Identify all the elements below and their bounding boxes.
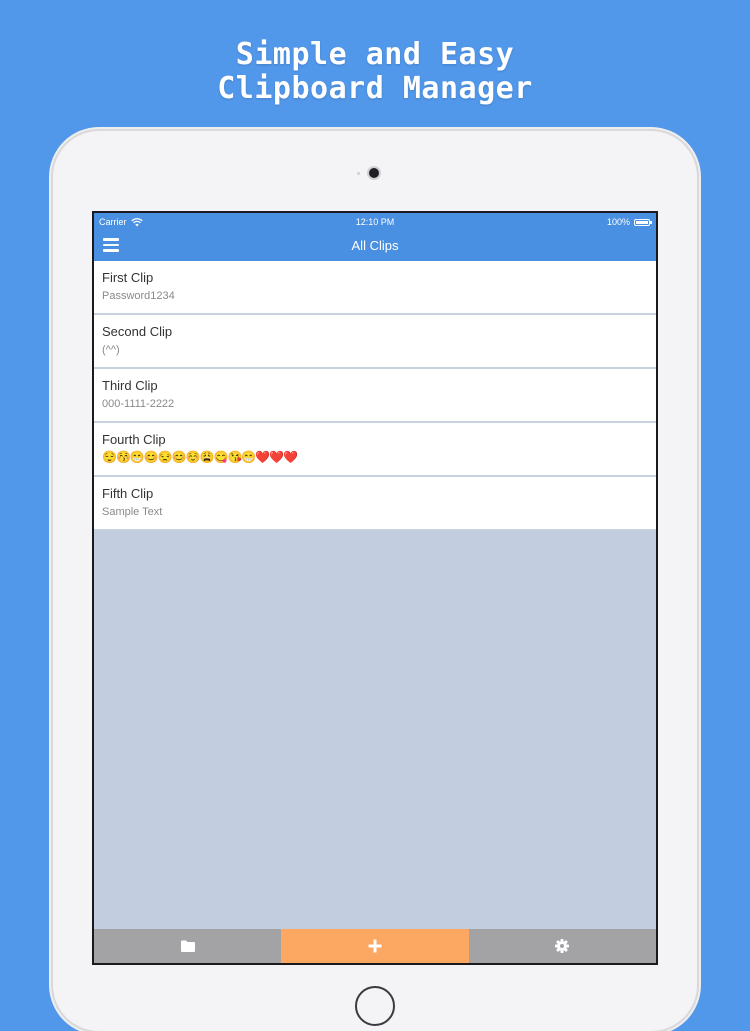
tab-folders[interactable] — [94, 929, 282, 963]
status-right: 100% — [606, 213, 652, 231]
list-item[interactable]: Second Clip (^^) — [94, 315, 656, 369]
clip-title: First Clip — [102, 270, 154, 285]
ipad-sensor — [357, 172, 360, 175]
headline-line-2: Clipboard Manager — [217, 71, 533, 106]
list-item[interactable]: First Clip Password1234 — [94, 261, 656, 315]
clip-title: Third Clip — [102, 378, 158, 393]
clip-body: Sample Text — [102, 506, 163, 518]
clip-list: First Clip Password1234 Second Clip (^^)… — [94, 261, 656, 531]
clip-body: Password1234 — [102, 290, 175, 302]
list-item[interactable]: Third Clip 000-1111-2222 — [94, 369, 656, 423]
ipad-camera — [369, 168, 379, 178]
promo-headline: Simple and Easy Clipboard Manager — [0, 38, 750, 106]
clip-title: Second Clip — [102, 324, 173, 339]
battery-percent: 100% — [606, 217, 630, 227]
list-item[interactable]: Fourth Clip 😌😚😁😊😒😊☺️😩😋😘😁❤️❤️❤️ — [94, 423, 656, 477]
status-time: 12:10 PM — [355, 217, 395, 227]
tab-settings[interactable] — [468, 929, 656, 963]
status-bar: Carrier 12:10 PM 100% — [94, 213, 656, 231]
home-button[interactable] — [355, 986, 395, 1026]
list-item[interactable]: Fifth Clip Sample Text — [94, 477, 656, 531]
clip-body: 000-1111-2222 — [102, 398, 175, 410]
clip-body: 😌😚😁😊😒😊☺️😩😋😘😁❤️❤️❤️ — [102, 450, 298, 464]
clip-title: Fifth Clip — [102, 486, 154, 501]
folder-icon — [180, 940, 195, 952]
battery-icon — [634, 218, 652, 226]
nav-bar: All Clips — [94, 231, 656, 261]
plus-icon — [368, 939, 382, 953]
tab-add-clip[interactable] — [281, 929, 469, 963]
nav-title: All Clips — [351, 238, 399, 253]
tab-bar — [94, 929, 656, 963]
top-bar: Carrier 12:10 PM 100% All Clips — [94, 213, 656, 261]
clip-title: Fourth Clip — [102, 432, 166, 447]
gear-icon — [555, 939, 570, 953]
app-screen: Carrier 12:10 PM 100% All Clips First Cl… — [92, 211, 658, 965]
headline-line-1: Simple and Easy — [235, 37, 515, 72]
clip-body: (^^) — [102, 344, 120, 356]
